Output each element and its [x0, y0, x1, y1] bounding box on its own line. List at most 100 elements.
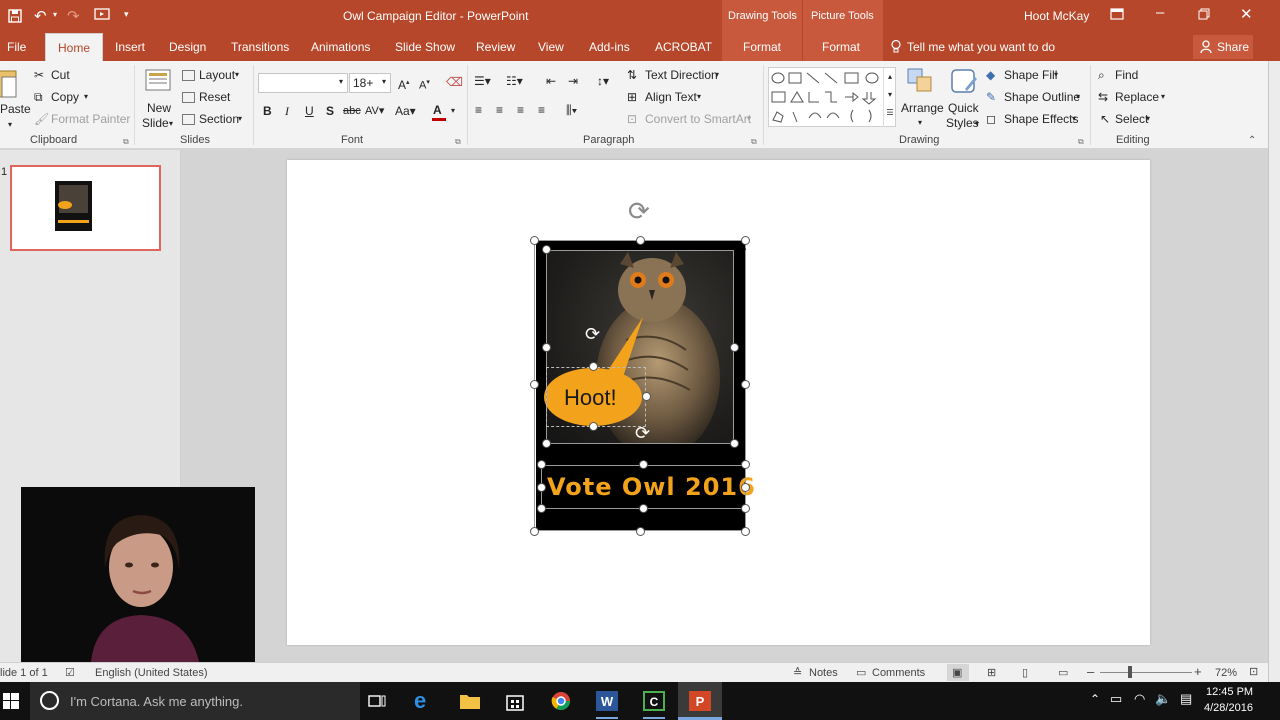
resize-handle[interactable]: [741, 380, 750, 389]
save-icon[interactable]: [8, 9, 22, 26]
align-text-icon[interactable]: ⊞: [627, 89, 637, 105]
paste-button[interactable]: Paste: [0, 101, 31, 117]
align-text-dropdown-icon[interactable]: ▾: [697, 89, 701, 105]
tab-design[interactable]: Design: [169, 33, 206, 61]
layout-button[interactable]: Layout: [199, 67, 235, 83]
restore-icon[interactable]: [1198, 8, 1210, 23]
shadow-button[interactable]: S: [326, 103, 334, 119]
new-slide-button[interactable]: New: [147, 100, 171, 116]
undo-icon[interactable]: ↶: [34, 7, 47, 25]
tab-animations[interactable]: Animations: [311, 33, 370, 61]
undo-dropdown-icon[interactable]: ▾: [53, 10, 57, 19]
text-direction-dropdown-icon[interactable]: ▾: [715, 67, 719, 83]
copy-button[interactable]: Copy: [51, 89, 79, 105]
start-from-beginning-icon[interactable]: [94, 8, 110, 25]
clipboard-launcher-icon[interactable]: ⧉: [123, 134, 129, 150]
clock-date[interactable]: 4/28/2016: [1204, 702, 1253, 714]
tab-file[interactable]: File: [7, 33, 26, 61]
arrange-dropdown-icon[interactable]: ▾: [918, 115, 922, 131]
file-explorer-icon[interactable]: [459, 692, 481, 713]
comments-icon[interactable]: ▭: [856, 666, 866, 679]
resize-handle[interactable]: [741, 504, 750, 513]
resize-handle[interactable]: [636, 527, 645, 536]
redo-icon[interactable]: ↷: [67, 7, 80, 25]
quick-styles-dropdown-icon[interactable]: ▾: [975, 116, 979, 132]
close-icon[interactable]: ✕: [1240, 5, 1253, 23]
quick-styles-icon[interactable]: [949, 67, 979, 97]
font-size-box[interactable]: 18+ ▾: [349, 73, 391, 93]
resize-handle[interactable]: [741, 483, 750, 492]
align-left-icon[interactable]: ≡: [475, 102, 482, 118]
clock-time[interactable]: 12:45 PM: [1206, 686, 1253, 698]
section-dropdown-icon[interactable]: ▾: [238, 111, 242, 127]
resize-handle[interactable]: [589, 362, 598, 371]
replace-dropdown-icon[interactable]: ▾: [1161, 89, 1165, 105]
text-direction-button[interactable]: Text Direction: [645, 67, 718, 83]
bullets-icon[interactable]: ☰▾: [474, 73, 491, 89]
resize-handle[interactable]: [537, 460, 546, 469]
cortana-search-box[interactable]: I'm Cortana. Ask me anything.: [30, 682, 360, 720]
resize-handle[interactable]: [636, 236, 645, 245]
clear-formatting-icon[interactable]: ⌫: [446, 74, 463, 90]
zoom-slider-track[interactable]: [1100, 672, 1192, 673]
increase-indent-icon[interactable]: ⇥: [568, 73, 578, 89]
tab-review[interactable]: Review: [476, 33, 515, 61]
shape-outline-icon[interactable]: ✎: [986, 89, 996, 105]
rotate-handle-icon[interactable]: ⟳: [628, 196, 650, 227]
collapse-ribbon-icon[interactable]: ⌃: [1248, 133, 1256, 149]
tab-slide-show[interactable]: Slide Show: [395, 33, 455, 61]
show-hidden-icons[interactable]: ⌃: [1090, 692, 1100, 706]
tab-insert[interactable]: Insert: [115, 33, 145, 61]
ribbon-display-options-icon[interactable]: [1110, 8, 1124, 23]
section-button[interactable]: Section: [199, 111, 239, 127]
decrease-font-icon[interactable]: A▾: [419, 75, 430, 94]
zoom-in-icon[interactable]: +: [1194, 664, 1202, 679]
shape-effects-dropdown-icon[interactable]: ▾: [1072, 111, 1076, 127]
quick-styles-button[interactable]: Quick: [948, 100, 979, 116]
normal-view-button[interactable]: ▣: [947, 664, 969, 681]
action-center-icon[interactable]: ▤: [1180, 691, 1192, 707]
bold-button[interactable]: B: [263, 103, 272, 119]
replace-icon[interactable]: ⇆: [1098, 89, 1108, 105]
layout-dropdown-icon[interactable]: ▾: [235, 67, 239, 83]
volume-icon[interactable]: 🔈: [1155, 691, 1171, 707]
resize-handle[interactable]: [537, 504, 546, 513]
share-button[interactable]: Share: [1193, 35, 1253, 59]
resize-handle[interactable]: [542, 439, 551, 448]
shape-effects-icon[interactable]: ◻: [986, 111, 996, 127]
decrease-indent-icon[interactable]: ⇤: [546, 73, 556, 89]
shape-fill-icon[interactable]: ◆: [986, 67, 995, 83]
comments-button[interactable]: Comments: [872, 667, 925, 679]
new-slide-dropdown-icon[interactable]: ▾: [169, 116, 173, 132]
format-painter-button[interactable]: Format Painter: [51, 111, 130, 127]
tab-acrobat[interactable]: ACROBAT: [655, 33, 712, 61]
battery-icon[interactable]: ▭: [1110, 691, 1122, 707]
task-view-icon[interactable]: [368, 693, 386, 712]
quick-styles-button-2[interactable]: Styles: [946, 115, 979, 131]
edge-browser-icon[interactable]: e: [414, 688, 426, 714]
resize-handle[interactable]: [639, 460, 648, 469]
select-icon[interactable]: ↖: [1100, 111, 1110, 127]
layout-icon[interactable]: [182, 67, 195, 83]
camtasia-icon[interactable]: C: [643, 691, 665, 714]
resize-handle[interactable]: [542, 343, 551, 352]
find-button[interactable]: Find: [1115, 67, 1138, 83]
tab-transitions[interactable]: Transitions: [231, 33, 289, 61]
photo-rotate-handle-icon[interactable]: ⟳: [635, 423, 650, 444]
customize-toolbar-icon[interactable]: ▾: [124, 9, 129, 20]
notes-button[interactable]: Notes: [809, 667, 838, 679]
reset-icon[interactable]: [182, 89, 195, 105]
new-slide-button-2[interactable]: Slide: [142, 115, 169, 131]
tab-add-ins[interactable]: Add-ins: [589, 33, 630, 61]
resize-handle[interactable]: [542, 245, 551, 254]
italic-button[interactable]: I: [285, 103, 289, 119]
minimize-icon[interactable]: –: [1156, 4, 1164, 21]
align-center-icon[interactable]: ≡: [496, 102, 503, 118]
copy-dropdown-icon[interactable]: ▾: [84, 89, 88, 105]
shape-outline-dropdown-icon[interactable]: ▾: [1076, 89, 1080, 105]
paragraph-launcher-icon[interactable]: ⧉: [751, 134, 757, 150]
notes-icon[interactable]: ≙: [793, 666, 802, 679]
spellcheck-icon[interactable]: ☑: [65, 666, 75, 679]
resize-handle[interactable]: [530, 527, 539, 536]
reset-button[interactable]: Reset: [199, 89, 230, 105]
